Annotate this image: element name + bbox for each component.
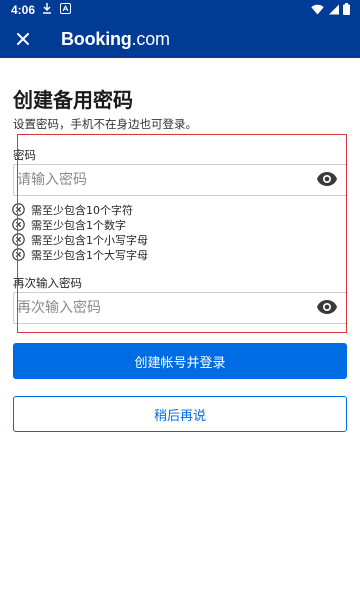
brand-suffix: .com <box>131 29 170 49</box>
error-circle-icon <box>12 203 25 216</box>
close-button[interactable] <box>8 24 38 54</box>
requirement-item: 需至少包含1个大写字母 <box>12 247 148 262</box>
requirement-text: 需至少包含1个数字 <box>31 218 126 232</box>
requirement-item: 需至少包含10个字符 <box>12 202 148 217</box>
confirm-password-label: 再次输入密码 <box>13 276 82 290</box>
error-circle-icon <box>12 248 25 261</box>
brand-name: Booking <box>61 29 132 49</box>
password-label: 密码 <box>13 148 36 162</box>
later-button[interactable]: 稍后再说 <box>13 396 347 432</box>
battery-icon <box>343 3 350 18</box>
status-bar: 4:06 <box>0 0 360 20</box>
requirement-text: 需至少包含1个小写字母 <box>31 233 148 247</box>
wifi-icon <box>311 4 324 18</box>
password-requirements: 需至少包含10个字符 需至少包含1个数字 需至少包含1个小写字母 需至少包含1个… <box>12 202 148 262</box>
eye-icon <box>317 300 337 314</box>
page-subtitle: 设置密码，手机不在身边也可登录。 <box>13 117 197 131</box>
app-a-icon <box>60 3 71 17</box>
requirement-text: 需至少包含1个大写字母 <box>31 248 148 262</box>
cellular-icon <box>328 4 339 18</box>
confirm-password-field <box>13 292 347 324</box>
eye-icon <box>317 172 337 186</box>
close-icon <box>17 33 29 45</box>
show-password-button[interactable] <box>316 171 338 189</box>
brand-logo: Booking.com <box>61 29 170 50</box>
create-account-button[interactable]: 创建帐号并登录 <box>13 343 347 379</box>
requirement-item: 需至少包含1个小写字母 <box>12 232 148 247</box>
error-circle-icon <box>12 233 25 246</box>
page-title: 创建备用密码 <box>13 88 133 112</box>
show-confirm-password-button[interactable] <box>316 299 338 317</box>
requirement-item: 需至少包含1个数字 <box>12 217 148 232</box>
confirm-password-input[interactable] <box>15 294 305 322</box>
password-field <box>13 164 347 196</box>
error-circle-icon <box>12 218 25 231</box>
download-icon <box>42 3 52 18</box>
app-bar: Booking.com <box>0 20 360 58</box>
status-time: 4:06 <box>11 3 36 17</box>
password-input[interactable] <box>15 166 305 194</box>
requirement-text: 需至少包含10个字符 <box>31 203 133 217</box>
